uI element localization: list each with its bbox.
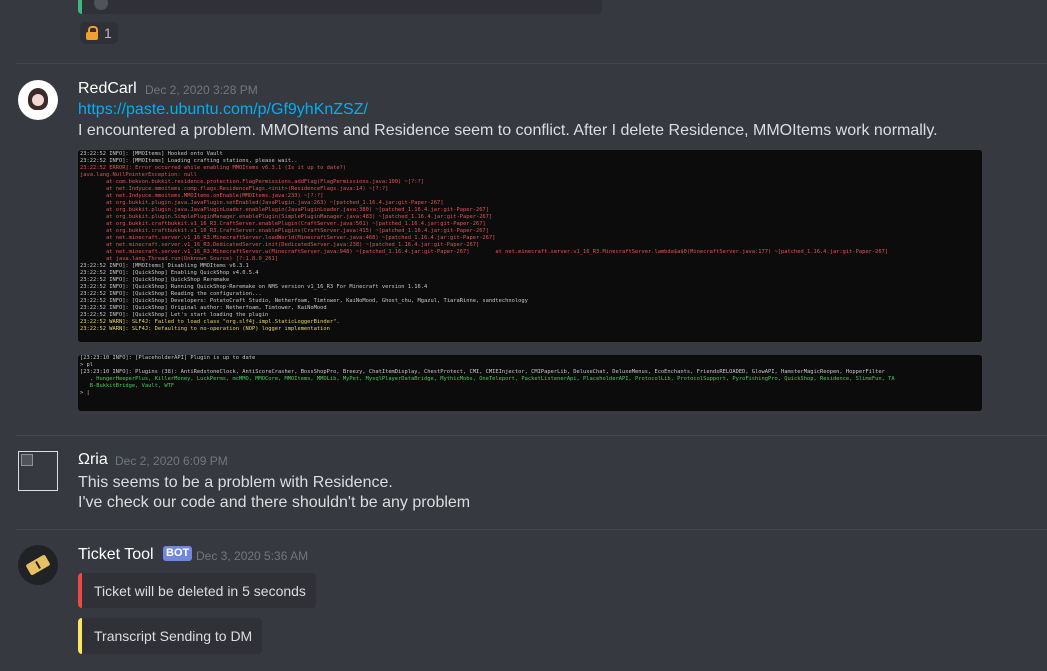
console-line: at net.minecraft.server.v1_16_R3.Minecra…	[80, 235, 496, 241]
console-line: 23:22:52 INFO]: [QuickShop] Enabling Qui…	[80, 270, 259, 276]
message-divider	[16, 529, 1047, 530]
message-divider	[16, 63, 1047, 64]
console-line: 23:22:52 ERROR]: Error occurred while en…	[80, 165, 347, 171]
console-line: > |	[80, 390, 90, 396]
username[interactable]: Ticket Tool	[78, 546, 154, 564]
console-line: at net.minecraft.server.v1_16_R3.Minecra…	[80, 249, 889, 255]
console-line: at org.bukkit.plugin.java.JavaPlugin.set…	[80, 200, 444, 206]
console-line: 23:22:52 WARN]: SLF4J: Failed to load cl…	[80, 319, 340, 325]
avatar[interactable]	[18, 80, 58, 120]
console-line: at net.Indyuce.mmoitems.MMOItems.onEnabl…	[80, 193, 324, 199]
paste-link[interactable]: https://paste.ubuntu.com/p/Gf9yhKnZSZ/	[78, 101, 368, 119]
console-line: 23:22:52 INFO]: [QuickShop] Let's start …	[80, 312, 269, 318]
message-text: This seems to be a problem with Residenc…	[78, 474, 393, 491]
console-line: [23:23:10 INFO]: [PlaceholderAPI] Plugin…	[80, 355, 256, 361]
console-line: at java.lang.Thread.run(Unknown Source) …	[80, 256, 278, 262]
console-screenshot-2[interactable]: [23:23:10 INFO]: [PlaceholderAPI] Plugin…	[78, 355, 982, 411]
embed-text: Ticket will be deleted in 5 seconds	[94, 582, 306, 599]
embed-text: Transcript Sending to DM	[94, 628, 253, 644]
username[interactable]: Ωria	[78, 451, 108, 469]
console-line: 23:22:52 INFO]: [QuickShop] Running Quic…	[80, 284, 428, 290]
reaction-lock[interactable]: 1	[80, 22, 118, 44]
broken-image-icon	[21, 454, 33, 466]
lock-icon	[86, 26, 98, 40]
console-line: , HungerHeeperPlus, KillerMoney, LuckPer…	[80, 376, 895, 382]
console-line: 23:22:52 WARN]: SLF4J: Defaulting to no-…	[80, 326, 330, 332]
timestamp: Dec 2, 2020 6:09 PM	[115, 454, 228, 468]
console-line: > pl	[80, 362, 93, 368]
console-line: 23:22:52 INFO]: [MMOItems] Disabling MMO…	[80, 263, 249, 269]
embed-ticket-deleted: Ticket will be deleted in 5 seconds	[78, 573, 316, 608]
console-line: at org.bukkit.plugin.SimplePluginManager…	[80, 214, 493, 220]
reaction-count: 1	[104, 25, 112, 41]
console-line: at org.bukkit.craftbukkit.v1_16_R3.Craft…	[80, 228, 489, 234]
console-line: 23:22:52 INFO]: [MMOItems] Hooked onto V…	[80, 151, 223, 157]
console-line: 23:22:52 INFO]: [MMOItems] Loading craft…	[80, 158, 298, 164]
timestamp: Dec 2, 2020 3:28 PM	[145, 83, 258, 97]
console-line: [23:23:10 INFO]: Plugins (38): AntiRedst…	[80, 369, 885, 375]
console-line: B-BukkitBridge, Vault, WTF	[80, 383, 175, 389]
message-divider	[16, 435, 1047, 436]
message-text: I've check our code and there shouldn't …	[78, 494, 471, 511]
avatar[interactable]	[18, 451, 58, 491]
play-icon[interactable]	[94, 0, 108, 10]
console-line: at com.bekvon.bukkit.residence.protectio…	[80, 179, 425, 185]
previous-embed	[78, 0, 602, 14]
message-text: I encountered a problem. MMOItems and Re…	[78, 122, 938, 139]
console-line: at org.bukkit.plugin.java.JavaPluginLoad…	[80, 207, 489, 213]
console-line: java.lang.NullPointerException: null	[80, 172, 197, 178]
console-line: at net.Indyuce.mmoitems.comp.flags.Resid…	[80, 186, 389, 192]
ticket-icon	[25, 554, 51, 576]
console-line: 23:22:52 INFO]: [QuickShop] Reading the …	[80, 291, 262, 297]
avatar[interactable]	[18, 545, 58, 585]
timestamp: Dec 3, 2020 5:36 AM	[196, 549, 309, 563]
console-line: 23:22:52 INFO]: [QuickShop] QuickShop Re…	[80, 277, 230, 283]
bot-tag: BOT	[163, 546, 193, 561]
console-line: at org.bukkit.craftbukkit.v1_16_R3.Craft…	[80, 221, 486, 227]
console-line: at net.minecraft.server.v1_16_R3.Dedicat…	[80, 242, 480, 248]
username[interactable]: RedCarl	[78, 80, 137, 98]
console-screenshot-1[interactable]: 23:22:52 INFO]: [MMOItems] Hooked onto V…	[78, 150, 982, 342]
embed-transcript: Transcript Sending to DM	[78, 618, 262, 654]
console-line: 23:22:52 INFO]: [QuickShop] Original aut…	[80, 305, 327, 311]
console-line: 23:22:52 INFO]: [QuickShop] Developers: …	[80, 298, 528, 304]
